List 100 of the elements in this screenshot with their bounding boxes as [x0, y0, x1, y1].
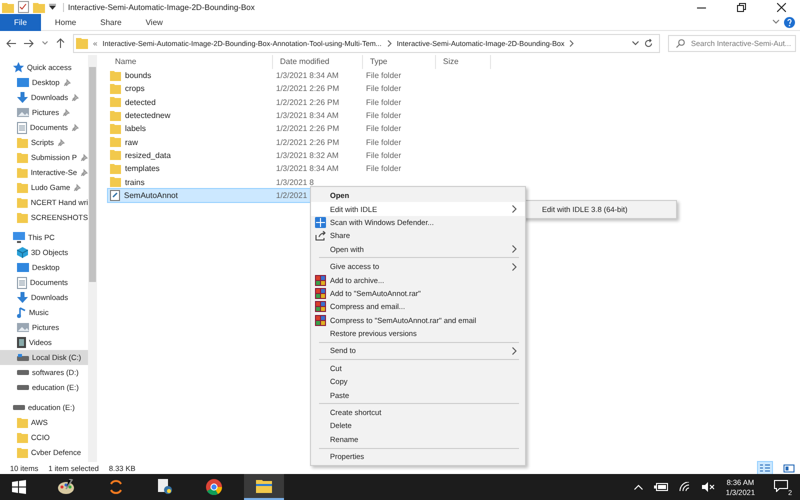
cube-icon [17, 247, 28, 258]
wifi-icon[interactable] [678, 482, 691, 492]
forward-arrow-icon[interactable] [24, 38, 34, 48]
file-name: resized_data [125, 150, 171, 160]
close-icon[interactable] [777, 2, 786, 12]
books-stack-icon [314, 314, 326, 326]
document-icon [17, 276, 27, 288]
pin-icon [72, 124, 79, 131]
search-icon [676, 38, 685, 48]
folder-icon [17, 138, 28, 148]
books-stack-icon [314, 274, 326, 286]
pin-icon [80, 154, 88, 161]
chevron-down-icon[interactable] [772, 19, 780, 25]
chevron-down-icon[interactable] [632, 40, 639, 46]
folder-icon [110, 124, 121, 134]
pin-icon [58, 139, 65, 146]
column-header[interactable]: Type [363, 55, 436, 69]
date-cell-text: 1/3/2021 8:34 AM [275, 71, 339, 80]
folder-icon [17, 182, 28, 192]
file-row[interactable]: labels 1/2/2021 2:26 PM File folder [108, 122, 428, 136]
pin-icon [63, 109, 70, 116]
date-cell-text: 1/3/2021 8:34 AM [275, 111, 339, 120]
down-arrow-icon [17, 92, 28, 103]
ribbon-tab[interactable]: Home [44, 14, 86, 30]
folder-icon [17, 212, 28, 222]
column-header[interactable]: Size [436, 55, 491, 69]
file-name: bounds [125, 71, 152, 80]
file-explorer-icon[interactable] [244, 474, 284, 500]
date-cell-text: 1/3/2021 8:34 AM [275, 164, 339, 174]
music-note-icon [17, 307, 26, 318]
date-cell-text: 1/2/2021 [275, 190, 308, 200]
speaker-muted-icon[interactable] [702, 482, 715, 492]
type-cell-text: File folder [365, 164, 402, 174]
properties-icon[interactable] [18, 1, 29, 13]
file-name: templates [125, 164, 160, 174]
details-view-icon[interactable] [758, 462, 772, 474]
drive-icon [17, 370, 29, 375]
dropdown-icon[interactable] [49, 4, 56, 10]
date-cell-text: 1/3/2021 8 [275, 178, 314, 187]
desktop-icon [17, 263, 29, 272]
overflow-chevron[interactable]: « [93, 38, 98, 48]
chevron-right-icon[interactable] [386, 40, 392, 46]
window-title: Interactive-Semi-Automatic-Image-2D-Bounding-Box [63, 2, 255, 12]
books-stack-icon [314, 288, 326, 299]
battery-icon[interactable] [654, 483, 668, 491]
books-stack-icon [314, 301, 326, 312]
file-name: SemAutoAnnot [124, 190, 178, 200]
file-row[interactable]: detectednew 1/3/2021 8:34 AM File folder [108, 108, 428, 122]
back-arrow-icon[interactable] [6, 38, 16, 48]
chevron-right-icon [512, 245, 517, 254]
restore-icon[interactable] [737, 2, 746, 12]
folder-icon [17, 448, 28, 458]
refresh-icon[interactable] [644, 38, 653, 48]
monitor-icon [13, 232, 25, 243]
folder-icon [110, 150, 121, 160]
chevron-down-icon[interactable] [42, 41, 48, 45]
file-row[interactable]: trains 1/3/2021 8 [108, 175, 428, 189]
file-row[interactable]: bounds 1/3/2021 8:34 AM File folder [108, 69, 428, 82]
ribbon-tab[interactable]: File [0, 14, 41, 30]
chevron-right-icon[interactable] [569, 40, 574, 46]
folder-icon [110, 164, 121, 174]
column-header[interactable]: Date modified [273, 55, 363, 69]
file-name: crops [125, 84, 145, 94]
shield-icon [314, 216, 326, 228]
chevron-up-icon[interactable] [634, 484, 643, 490]
ribbon-tab[interactable]: Share [90, 14, 132, 30]
folder-icon [110, 84, 121, 94]
notification-icon[interactable] [774, 480, 788, 492]
folder-icon [17, 152, 28, 162]
file-row[interactable]: detected 1/2/2021 2:26 PM File folder [108, 96, 428, 109]
script-file-icon [110, 190, 120, 201]
pin-icon [81, 169, 88, 176]
drive-icon [17, 385, 29, 390]
file-name: labels [125, 124, 146, 134]
folder-icon [110, 70, 121, 81]
scrollbar[interactable] [88, 55, 97, 462]
file-row[interactable]: templates 1/3/2021 8:34 AM File folder [108, 162, 428, 176]
date-cell-text: 1/2/2021 2:26 PM [275, 98, 340, 107]
folder-icon [76, 37, 88, 49]
date-cell-text: 1/3/2021 8:32 AM [275, 150, 339, 160]
folder-icon [110, 110, 121, 121]
up-arrow-icon[interactable] [56, 38, 65, 48]
folder-icon [17, 418, 28, 428]
help-icon[interactable] [784, 16, 795, 28]
chevron-right-icon [512, 346, 517, 355]
folder-icon [17, 198, 28, 208]
chevron-right-icon [512, 205, 517, 214]
chevron-right-icon [512, 262, 517, 271]
large-icons-view-icon[interactable] [782, 462, 796, 474]
type-cell-text: File folder [365, 150, 402, 160]
file-row[interactable]: raw 1/2/2021 2:26 PM File folder [108, 135, 428, 149]
ribbon-tab[interactable]: View [136, 14, 173, 30]
folder-icon [17, 432, 28, 442]
file-row[interactable]: resized_data 1/3/2021 8:32 AM File folder [108, 148, 428, 162]
pin-icon [72, 94, 80, 101]
file-row[interactable]: crops 1/2/2021 2:26 PM File folder [108, 82, 428, 96]
file-name: trains [125, 178, 145, 187]
picture-icon [17, 323, 29, 332]
column-header[interactable]: Name [108, 55, 273, 69]
type-cell-text: File folder [365, 124, 402, 134]
